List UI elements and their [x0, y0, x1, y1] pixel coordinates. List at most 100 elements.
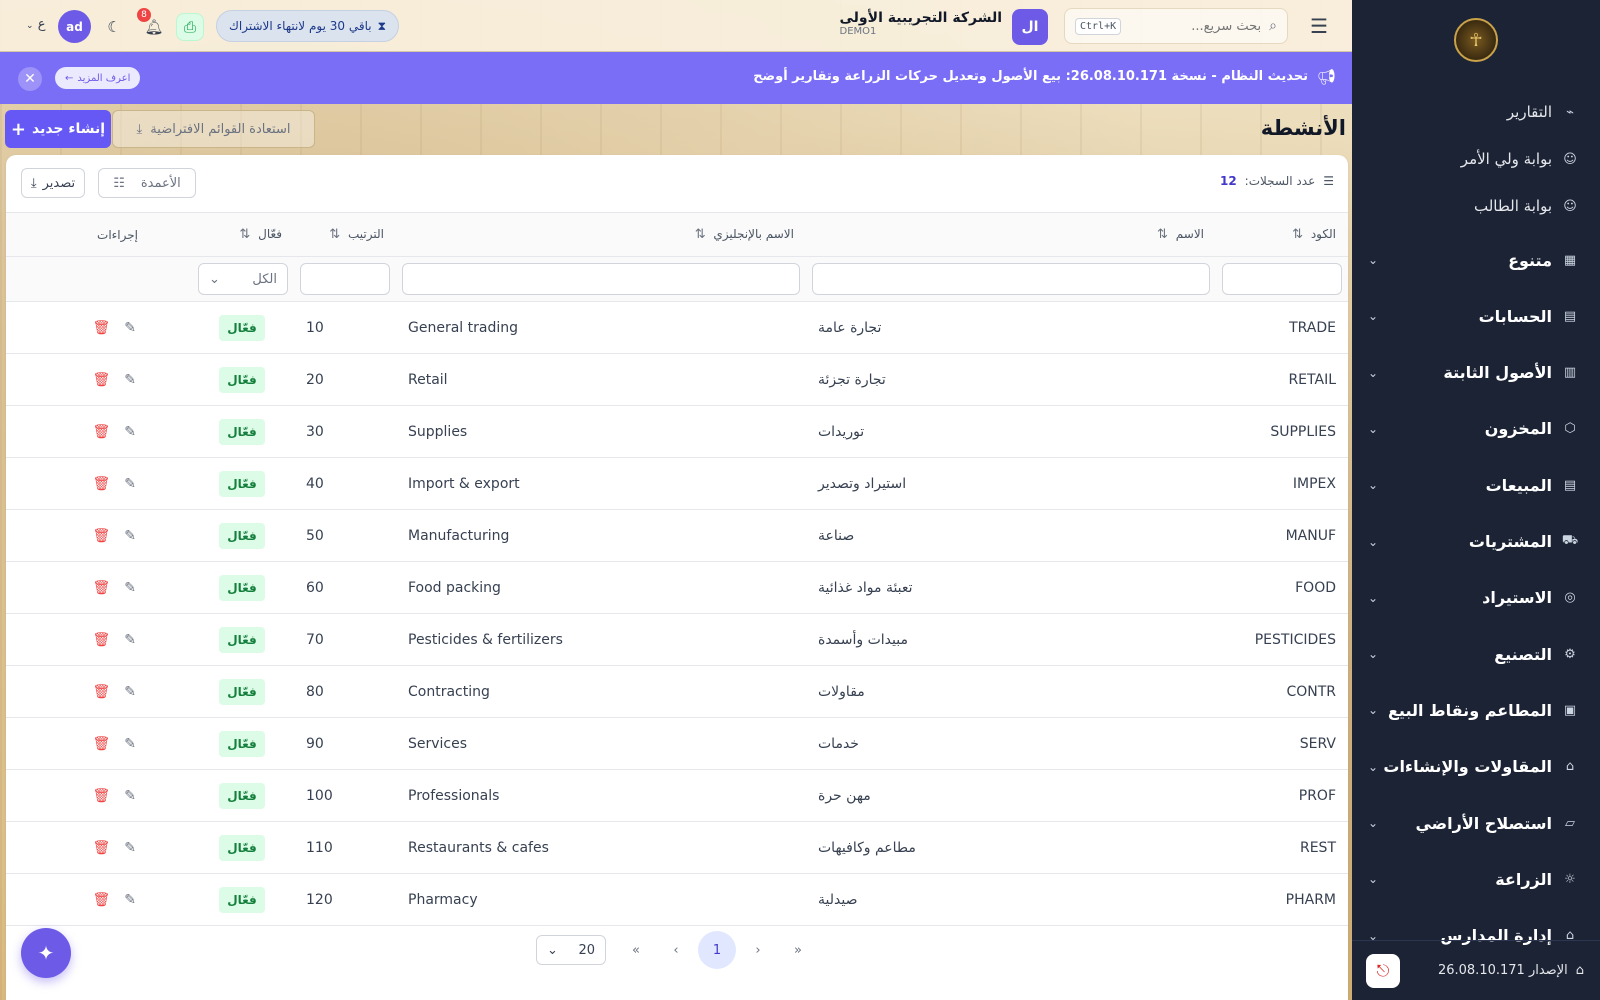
sidebar-group[interactable]: ▣ المطاعم ونقاط البيع ⌄ [1368, 695, 1578, 725]
filter-name-en[interactable] [402, 263, 800, 295]
edit-icon[interactable]: ✎ [124, 424, 136, 440]
edit-icon[interactable]: ✎ [124, 320, 136, 336]
trash-icon[interactable]: 🗑︎ [92, 892, 110, 908]
sidebar-link[interactable]: ☺ بوابة الطالب [1474, 192, 1578, 220]
quick-search[interactable]: ⌕ Ctrl+K [1064, 8, 1288, 44]
learn-more-button[interactable]: اعرف المزيد ← [55, 67, 141, 89]
first-page-button[interactable]: « [616, 931, 656, 969]
next-page-button[interactable]: › [738, 931, 778, 969]
company-avatar[interactable]: ال [1012, 9, 1048, 45]
sidebar-group[interactable]: ⚙ التصنيع ⌄ [1368, 639, 1578, 669]
filter-order[interactable] [300, 263, 390, 295]
page-size-select[interactable]: ⌄ 20 [536, 935, 606, 965]
ai-assistant-button[interactable]: ✦ [21, 928, 71, 978]
user-avatar[interactable]: ad [58, 10, 91, 43]
create-label: إنشاء جديد [31, 121, 106, 137]
trash-icon[interactable]: 🗑︎ [92, 736, 110, 752]
chevron-down-icon: ⌄ [1368, 759, 1379, 774]
cell-name: صناعة [806, 509, 1216, 562]
sidebar-group[interactable]: ▥ الأصول الثابتة ⌄ [1368, 358, 1578, 388]
notifications-button[interactable]: 🔔︎ 8 [137, 8, 168, 41]
last-page-button[interactable]: » [778, 931, 818, 969]
edit-icon[interactable]: ✎ [124, 632, 136, 648]
logout-icon: ⎋ [1376, 960, 1390, 980]
sidebar-group[interactable]: ▤ الحسابات ⌄ [1368, 301, 1578, 331]
col-name[interactable]: الاسم ⇅ [806, 212, 1216, 257]
col-code[interactable]: الكود ⇅ [1216, 212, 1348, 257]
cell-name: مقاولات [806, 665, 1216, 718]
sidebar-group[interactable]: ▤ المبيعات ⌄ [1368, 470, 1578, 500]
edit-icon[interactable]: ✎ [124, 892, 136, 908]
chevron-down-icon: ⌄ [1368, 309, 1379, 324]
sidebar-group-label: المطاعم ونقاط البيع [1387, 700, 1552, 720]
chevron-down-icon: ⌄ [1368, 647, 1379, 662]
filter-name[interactable] [812, 263, 1210, 295]
columns-button[interactable]: الأعمدة ☷ [98, 168, 196, 198]
moon-icon: ☾ [107, 18, 121, 36]
create-new-button[interactable]: إنشاء جديد + [5, 110, 111, 148]
cell-name: تعبئة مواد غذائية [806, 561, 1216, 614]
trash-icon[interactable]: 🗑︎ [92, 788, 110, 804]
table-row: PESTICIDES مبيدات وأسمدة Pesticides & fert… [6, 613, 1348, 666]
logout-button[interactable]: ⎋ [1366, 953, 1400, 988]
sidebar-group-label: الحسابات [1478, 306, 1552, 326]
sidebar-group-label: المقاولات والإنشاءات [1383, 757, 1552, 777]
trash-icon[interactable]: 🗑︎ [92, 684, 110, 700]
edit-icon[interactable]: ✎ [124, 580, 136, 596]
sidebar-group[interactable]: ◎ الاستيراد ⌄ [1368, 583, 1578, 613]
language-switcher[interactable]: ع ⌄ [26, 17, 45, 32]
print-button[interactable]: ⎙ [176, 13, 204, 41]
col-active[interactable]: فعّال ⇅ [190, 212, 294, 257]
sidebar-link[interactable]: ⌁ التقارير [1507, 98, 1578, 126]
sidebar-link[interactable]: ☺ بوابة ولي الأمر [1461, 145, 1578, 173]
cell-code: TRADE [1216, 301, 1348, 354]
sidebar-group[interactable]: ☼ الزراعة ⌄ [1368, 864, 1578, 894]
trash-icon[interactable]: 🗑︎ [92, 528, 110, 544]
theme-toggle[interactable]: ☾ [100, 13, 128, 41]
edit-icon[interactable]: ✎ [124, 476, 136, 492]
cell-order: 50 [294, 509, 396, 562]
filter-code[interactable] [1222, 263, 1342, 295]
edit-icon[interactable]: ✎ [124, 840, 136, 856]
sidebar-group[interactable]: ▱ استصلاح الأراضي ⌄ [1368, 808, 1578, 838]
company-logo[interactable]: ☥ [1454, 18, 1498, 62]
edit-icon[interactable]: ✎ [124, 684, 136, 700]
export-button[interactable]: تصدير ⤓ [21, 168, 85, 198]
trash-icon[interactable]: 🗑︎ [92, 476, 110, 492]
arrow-left-icon: ← [65, 72, 74, 84]
filter-active-select[interactable]: الكل ⌄ [198, 263, 288, 295]
sidebar-group[interactable]: ⬡ المخزون ⌄ [1368, 414, 1578, 444]
col-name-en[interactable]: الاسم بالإنجليزي ⇅ [396, 212, 806, 257]
edit-icon[interactable]: ✎ [124, 372, 136, 388]
edit-icon[interactable]: ✎ [124, 788, 136, 804]
announcement-banner: 📢︎ تحديث النظام - نسخة 26.08.10.171: بيع… [0, 52, 1352, 104]
search-input[interactable] [1129, 18, 1262, 34]
close-announcement-button[interactable]: ✕ [18, 67, 42, 91]
trash-icon[interactable]: 🗑︎ [92, 320, 110, 336]
menu-icon[interactable]: ☰ [1310, 14, 1328, 38]
building-icon: ▥ [1563, 365, 1577, 381]
sidebar-group[interactable]: ⛟ المشتريات ⌄ [1368, 527, 1578, 557]
sort-icon: ⇅ [1157, 227, 1168, 242]
status-badge: فعّال [219, 574, 265, 601]
current-page[interactable]: 1 [698, 931, 736, 969]
trash-icon[interactable]: 🗑︎ [92, 840, 110, 856]
table-row: TRADE تجارة عامة General trading 10 فعّال ✎ 🗑︎ [6, 301, 1348, 354]
company-switcher[interactable]: الشركة التجريبية الأولى DEMO1 [840, 10, 1002, 37]
edit-icon[interactable]: ✎ [124, 528, 136, 544]
download-icon: ⤓ [136, 121, 143, 137]
subscription-pill[interactable]: ⧗ باقي 30 يوم لانتهاء الاشتراك [216, 10, 400, 42]
prev-page-button[interactable]: ‹ [656, 931, 696, 969]
col-order[interactable]: الترتيب ⇅ [294, 212, 396, 257]
sidebar: ☥ ⌁ التقارير ☺ بوابة ولي الأمر ☺ بوابة الطالب… [1352, 0, 1600, 1000]
trash-icon[interactable]: 🗑︎ [92, 424, 110, 440]
cell-name: خدمات [806, 717, 1216, 770]
sidebar-group[interactable]: ⌂ المقاولات والإنشاءات ⌄ [1368, 752, 1578, 782]
sidebar-group[interactable]: ▦ متنوع ⌄ [1368, 245, 1578, 275]
search-icon: ⌕ [1269, 18, 1277, 34]
trash-icon[interactable]: 🗑︎ [92, 632, 110, 648]
restore-defaults-button[interactable]: استعادة القوائم الافتراضية ⤓ [112, 110, 315, 148]
edit-icon[interactable]: ✎ [124, 736, 136, 752]
trash-icon[interactable]: 🗑︎ [92, 372, 110, 388]
trash-icon[interactable]: 🗑︎ [92, 580, 110, 596]
